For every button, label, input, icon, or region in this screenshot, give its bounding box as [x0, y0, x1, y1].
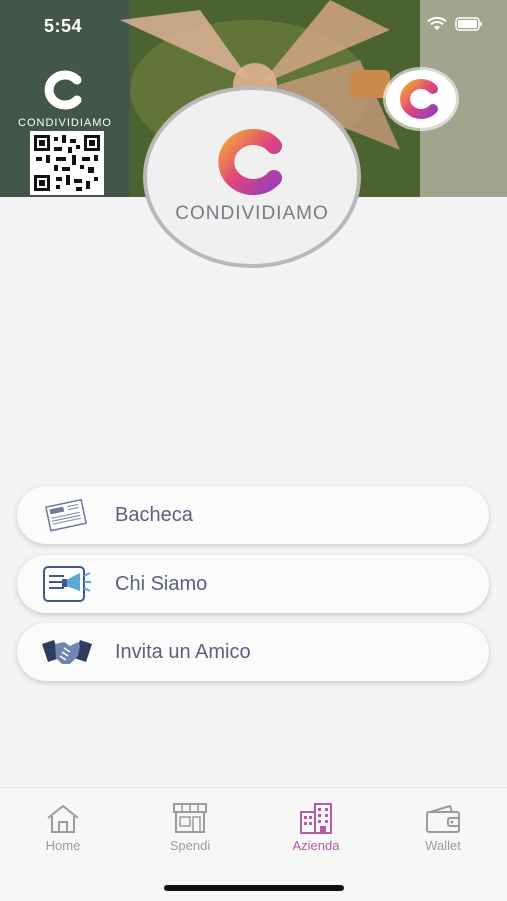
tab-label: Azienda	[292, 838, 340, 853]
menu-item-bacheca[interactable]: Bacheca	[17, 486, 489, 544]
menu-item-label: Bacheca	[115, 503, 193, 526]
wallet-icon	[393, 800, 493, 834]
building-icon	[266, 800, 366, 834]
newspaper-icon	[39, 493, 95, 537]
tab-spendi[interactable]: Spendi	[140, 800, 240, 853]
qr-code	[30, 131, 104, 195]
menu-item-label: Invita un Amico	[115, 640, 251, 663]
brand-small-name: CONDIVIDIAMO	[18, 117, 112, 129]
home-indicator[interactable]	[164, 885, 344, 891]
status-time: 5:54	[44, 16, 83, 36]
brand-c-logo-large	[218, 129, 282, 195]
tab-label: Wallet	[425, 838, 461, 853]
shop-icon	[140, 800, 240, 834]
brand-name: CONDIVIDIAMO	[175, 203, 329, 224]
tab-home[interactable]: Home	[13, 800, 113, 853]
tab-wallet[interactable]: Wallet	[393, 800, 493, 853]
brand-c-logo-small	[44, 70, 82, 110]
menu-item-invita-amico[interactable]: Invita un Amico	[17, 623, 489, 681]
brand-badge-right	[386, 70, 456, 128]
home-icon	[13, 800, 113, 834]
megaphone-icon	[39, 562, 95, 606]
brand-c-logo-badge	[400, 79, 438, 119]
main-logo: CONDIVIDIAMO	[143, 86, 361, 268]
qr-code-icon	[32, 133, 102, 193]
handshake-icon	[39, 630, 95, 674]
tab-azienda[interactable]: Azienda	[266, 800, 366, 853]
brand-small: CONDIVIDIAMO	[10, 70, 120, 129]
tab-label: Home	[45, 838, 81, 853]
menu-item-chi-siamo[interactable]: Chi Siamo	[17, 555, 489, 613]
wifi-icon	[427, 17, 447, 30]
tab-label: Spendi	[169, 838, 211, 853]
tab-bar: Home Spendi Azienda Wallet	[0, 787, 507, 901]
status-bar: 5:54	[0, 0, 507, 50]
battery-icon	[455, 17, 482, 31]
menu-item-label: Chi Siamo	[115, 572, 208, 595]
